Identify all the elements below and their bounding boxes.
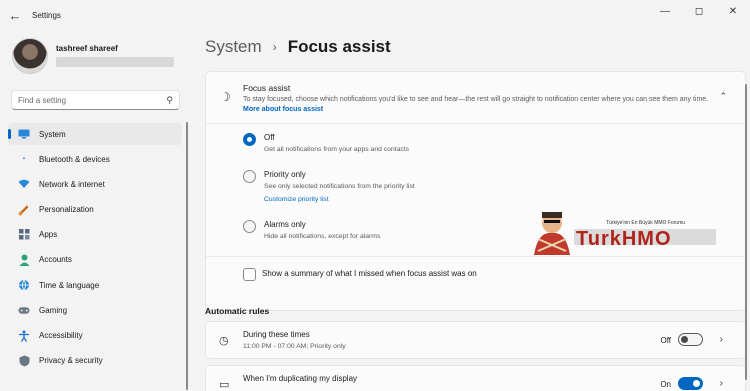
summary-row: Show a summary of what I missed when foc…: [206, 256, 745, 311]
close-icon: ✕: [728, 5, 738, 17]
search-icon[interactable]: ⚲: [166, 95, 173, 106]
sidebar-item-privacy-security[interactable]: Privacy & security: [8, 350, 182, 372]
sidebar-item-accounts[interactable]: Accounts: [8, 249, 182, 271]
sidebar-item-network[interactable]: Network & internet: [8, 173, 182, 195]
breadcrumb-separator: ›: [272, 40, 277, 54]
bluetooth-icon: ᛫: [21, 154, 27, 165]
maximize-icon: ◻: [694, 5, 704, 17]
monitor-icon: ▭: [219, 379, 230, 391]
moon-icon: ☽: [220, 90, 231, 104]
radio-priority-only[interactable]: [243, 170, 256, 183]
page-title: Focus assist: [287, 37, 391, 56]
option-description: See only selected notifications from the…: [264, 183, 415, 190]
minimize-button[interactable]: —: [648, 0, 682, 22]
sidebar-item-personalization[interactable]: Personalization: [8, 199, 182, 221]
watermark-brand: TurkHMO: [576, 228, 672, 250]
sidebar-item-apps[interactable]: Apps: [8, 224, 182, 246]
watermark-logo: Türkiye'nin En Büyük MMO Forumu TurkHMO: [530, 205, 722, 257]
summary-checkbox[interactable]: [243, 268, 256, 281]
sidebar-item-gaming[interactable]: Gaming: [8, 299, 182, 321]
chevron-right-icon[interactable]: ›: [720, 378, 723, 389]
sidebar-item-label: Privacy & security: [39, 356, 103, 366]
gamepad-icon: [18, 304, 30, 316]
user-profile[interactable]: tashreef shareef: [12, 38, 174, 74]
sidebar-scrollbar[interactable]: [186, 122, 188, 390]
sidebar-nav: System ᛫ Bluetooth & devices Network & i…: [8, 123, 182, 375]
focus-assist-header[interactable]: ☽ Focus assist To stay focused, choose w…: [206, 72, 745, 124]
search-box[interactable]: ⚲: [11, 90, 180, 110]
chevron-up-icon[interactable]: ⌃: [719, 91, 727, 102]
breadcrumb-parent[interactable]: System: [205, 37, 262, 57]
system-icon: [18, 128, 30, 140]
accounts-icon: [18, 254, 30, 266]
user-email-redacted: [56, 57, 174, 67]
toggle-state-label: On: [660, 380, 671, 389]
breadcrumb: System › Focus assist: [205, 37, 391, 57]
focus-assist-title: Focus assist: [243, 83, 291, 93]
focus-assist-description: To stay focused, choose which notificati…: [243, 95, 713, 115]
clock-icon: ◷: [219, 335, 229, 347]
duplicating-display-toggle[interactable]: [678, 377, 703, 390]
sidebar-item-label: Accessibility: [39, 331, 83, 340]
rule-title: When I'm duplicating my display: [243, 374, 358, 383]
radio-alarms-only[interactable]: [243, 220, 256, 233]
option-description: Get all notifications from your apps and…: [264, 146, 410, 153]
shield-icon: [18, 355, 30, 367]
close-button[interactable]: ✕: [716, 0, 750, 22]
sidebar-item-bluetooth[interactable]: ᛫ Bluetooth & devices: [8, 148, 182, 170]
watermark-tagline: Türkiye'nin En Büyük MMO Forumu: [606, 220, 685, 226]
user-name: tashreef shareef: [56, 44, 118, 53]
maximize-button[interactable]: ◻: [682, 0, 716, 22]
sidebar-item-label: Gaming: [39, 305, 68, 315]
chevron-right-icon[interactable]: ›: [720, 334, 723, 345]
option-description: Hide all notifications, except for alarm…: [264, 233, 381, 240]
option-label: Off: [264, 133, 275, 142]
app-title: Settings: [32, 10, 61, 20]
profile-text: tashreef shareef: [56, 44, 174, 67]
learn-more-link[interactable]: More about focus assist: [243, 106, 323, 113]
sidebar-item-system[interactable]: System: [8, 123, 182, 145]
accessibility-icon: [18, 330, 30, 342]
description-text: To stay focused, choose which notificati…: [243, 96, 709, 103]
rule-description: 11:00 PM - 07:00 AM; Priority only: [243, 343, 346, 350]
during-these-times-toggle[interactable]: [678, 333, 703, 346]
sidebar-item-label: Apps: [39, 230, 58, 240]
option-label: Priority only: [264, 170, 306, 179]
sidebar-item-label: Time & language: [39, 280, 100, 290]
sidebar-item-accessibility[interactable]: Accessibility: [8, 325, 182, 347]
globe-icon: [18, 279, 30, 291]
sidebar-item-label: Accounts: [39, 255, 72, 265]
window-controls: — ◻ ✕: [648, 0, 750, 30]
back-arrow-icon: ←: [8, 7, 22, 23]
option-label: Alarms only: [264, 220, 306, 229]
radio-off[interactable]: [243, 133, 256, 146]
toggle-state-label: Off: [660, 336, 671, 345]
sidebar-item-label: Personalization: [39, 205, 94, 215]
rule-duplicating-display[interactable]: ▭ When I'm duplicating my display On ›: [205, 365, 746, 391]
sidebar-item-label: Network & internet: [39, 179, 105, 189]
sidebar-item-time-language[interactable]: Time & language: [8, 274, 182, 296]
back-button[interactable]: ←: [0, 0, 30, 30]
search-input[interactable]: [18, 95, 167, 105]
sidebar: tashreef shareef ⚲ System ᛫ Bluetooth & …: [0, 30, 190, 391]
sidebar-item-label: Bluetooth & devices: [39, 154, 110, 164]
automatic-rules-heading: Automatic rules: [205, 306, 270, 316]
title-bar: ← Settings — ◻ ✕: [0, 0, 750, 30]
minimize-icon: —: [660, 5, 670, 17]
summary-label[interactable]: Show a summary of what I missed when foc…: [262, 269, 477, 278]
rule-title: During these times: [243, 330, 310, 339]
apps-icon: [18, 229, 30, 241]
focus-assist-card: ☽ Focus assist To stay focused, choose w…: [205, 71, 746, 311]
rule-during-these-times[interactable]: ◷ During these times 11:00 PM - 07:00 AM…: [205, 321, 746, 359]
wifi-icon: [18, 178, 30, 190]
sidebar-item-label: System: [39, 129, 66, 139]
customize-priority-list-link[interactable]: Customize priority list: [264, 196, 329, 203]
brush-icon: [18, 204, 30, 216]
avatar: [12, 38, 48, 74]
main-scrollbar[interactable]: [745, 84, 747, 380]
